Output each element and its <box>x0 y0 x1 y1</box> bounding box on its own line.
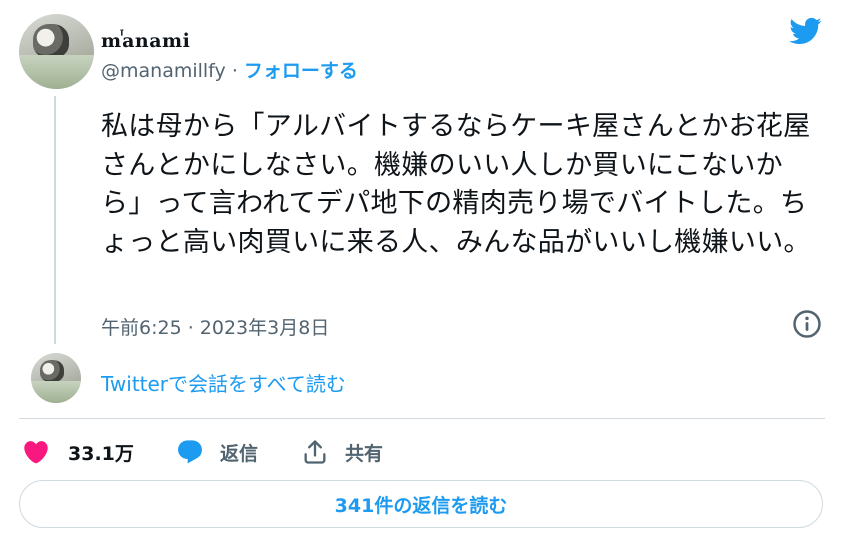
like-button[interactable]: 33.1万 <box>22 435 134 469</box>
reply-button[interactable]: 返信 <box>176 435 258 469</box>
divider <box>19 418 825 419</box>
share-button[interactable]: 共有 <box>301 435 383 469</box>
read-conversation-link[interactable]: Twitterで会話をすべて読む <box>101 368 346 397</box>
avatar-cloth-shape <box>19 55 94 89</box>
avatar-cat-shape <box>33 24 69 58</box>
small-avatar[interactable] <box>31 353 81 403</box>
tweet-text: 私は母から「アルバイトするならケーキ屋さんとかお花屋さんとかにしなさい。機嫌のい… <box>101 111 811 258</box>
author-avatar[interactable] <box>19 14 94 89</box>
author-handle[interactable]: @manamillfy <box>101 60 226 82</box>
tweet-timestamp[interactable]: 午前6:25 · 2023年3月8日 <box>101 313 329 340</box>
avatar-cloth-shape <box>31 380 81 403</box>
thread-line <box>54 96 56 344</box>
handle-separator: · <box>225 60 244 82</box>
read-replies-button[interactable]: 341件の返信を読む <box>19 480 823 528</box>
share-label: 共有 <box>345 442 384 465</box>
info-icon[interactable] <box>792 309 822 339</box>
reply-bubble-icon <box>178 440 202 464</box>
share-icon <box>304 440 326 464</box>
heart-icon <box>24 441 48 464</box>
twitter-bird-icon[interactable] <box>786 14 824 48</box>
like-count: 33.1万 <box>68 442 134 465</box>
avatar-cat-shape <box>40 360 64 382</box>
author-display-name[interactable]: mꙶanami <box>101 27 190 53</box>
follow-link[interactable]: フォローする <box>244 60 358 82</box>
author-handle-row: @manamillfy · フォローする <box>101 56 358 83</box>
reply-label: 返信 <box>220 442 259 465</box>
